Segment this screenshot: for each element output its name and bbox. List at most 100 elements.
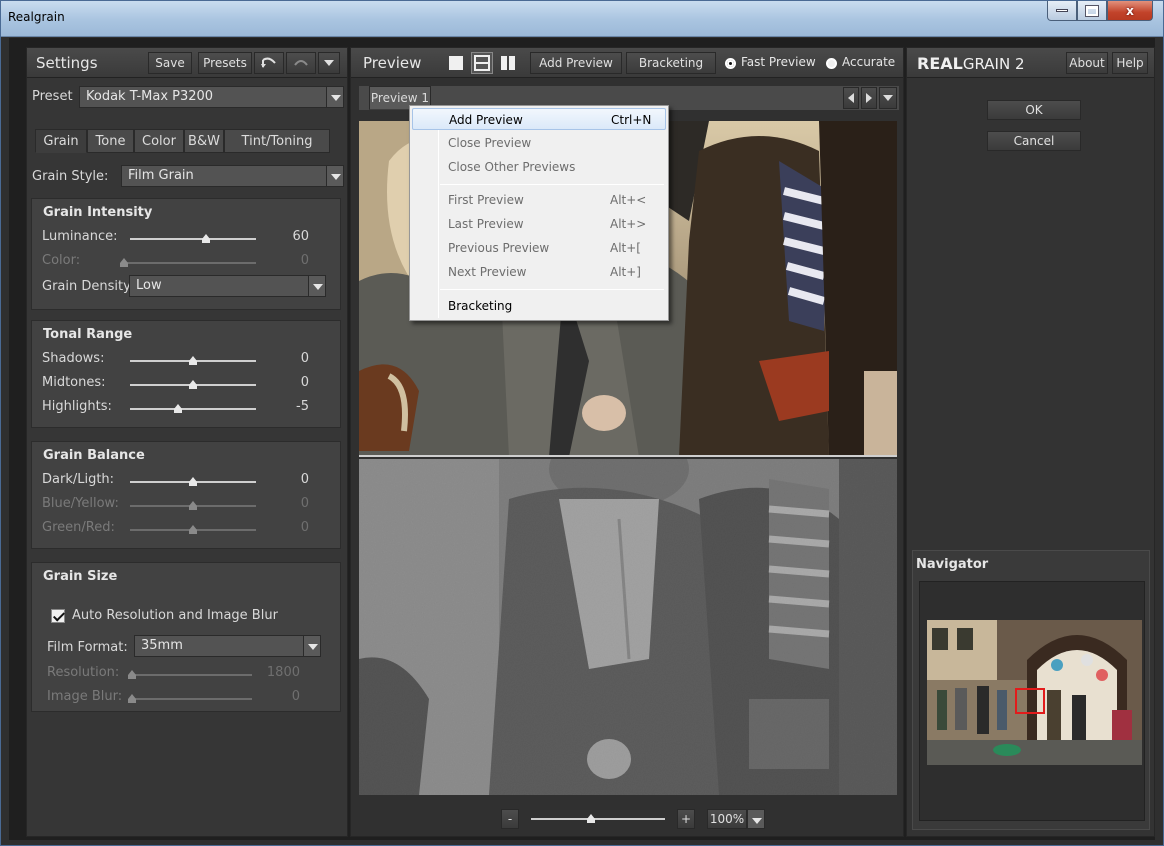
preview-list-button[interactable]	[879, 87, 897, 109]
history-dropdown-button[interactable]	[318, 52, 340, 74]
presets-button[interactable]: Presets	[198, 52, 252, 74]
midtones-label: Midtones:	[42, 375, 106, 390]
grain-style-dropdown-arrow[interactable]	[326, 165, 344, 187]
navigator-panel: Navigator	[912, 550, 1150, 830]
resolution-slider[interactable]	[132, 674, 252, 676]
zoom-out-button[interactable]: -	[501, 809, 519, 829]
zoom-dropdown-arrow[interactable]	[747, 809, 765, 829]
ok-button[interactable]: OK	[987, 100, 1081, 120]
settings-tabs: Grain Tone Color B&W Tint/Toning	[35, 129, 341, 153]
slider-thumb[interactable]	[587, 814, 596, 823]
zoom-slider[interactable]	[531, 818, 665, 820]
split-vertical-button[interactable]	[499, 54, 517, 72]
single-view-icon	[449, 56, 463, 70]
tab-bw[interactable]: B&W	[184, 129, 224, 153]
brand-bold: REAL	[917, 54, 963, 73]
cancel-button[interactable]: Cancel	[987, 131, 1081, 151]
scroll-right-button[interactable]	[861, 87, 877, 109]
redo-button[interactable]	[286, 52, 316, 74]
menu-item-label: Add Preview	[449, 113, 523, 127]
grain-balance-title: Grain Balance	[43, 448, 145, 463]
window-controls: x	[1047, 1, 1153, 21]
slider-thumb[interactable]	[189, 525, 198, 534]
tab-tint-toning[interactable]: Tint/Toning	[224, 129, 330, 153]
client-area: Settings Save Presets Preset Kodak T-Max…	[9, 38, 1155, 840]
menu-item-label: Bracketing	[448, 299, 513, 313]
preset-dropdown-arrow[interactable]	[326, 86, 344, 108]
image-blur-slider[interactable]	[132, 698, 252, 700]
brand-rest: GRAIN 2	[962, 55, 1025, 73]
tonal-range-group: Tonal Range Shadows: 0 Midtones: 0 Highl…	[31, 320, 341, 428]
menu-item-close-other-previews[interactable]: Close Other Previews	[412, 156, 666, 178]
about-button[interactable]: About	[1066, 52, 1108, 74]
zoom-level-select[interactable]: 100%	[707, 809, 747, 829]
grain-style-select[interactable]: Film Grain	[121, 165, 327, 187]
dark-light-value: 0	[300, 472, 309, 487]
scroll-left-button[interactable]	[843, 87, 859, 109]
menu-item-bracketing[interactable]: Bracketing	[412, 295, 666, 317]
navigator-viewport-box[interactable]	[1015, 688, 1045, 714]
menu-item-add-preview[interactable]: Add Preview Ctrl+N	[412, 108, 666, 130]
maximize-button[interactable]	[1077, 1, 1107, 21]
preview-image-grain[interactable]	[359, 459, 897, 795]
slider-thumb[interactable]	[201, 234, 211, 243]
brand-logo: REALGRAIN 2	[917, 54, 1024, 73]
preset-select[interactable]: Kodak T-Max P3200	[79, 86, 327, 108]
menu-item-shortcut: Alt+<	[610, 193, 647, 207]
grain-density-select[interactable]: Low	[129, 275, 309, 297]
slider-thumb[interactable]	[128, 670, 137, 679]
zoom-in-button[interactable]: +	[677, 809, 695, 829]
undo-button[interactable]	[254, 52, 284, 74]
navigator-thumbnail[interactable]	[927, 620, 1142, 765]
grain-size-group: Grain Size Auto Resolution and Image Blu…	[31, 562, 341, 712]
minimize-button[interactable]	[1047, 1, 1077, 21]
slider-thumb[interactable]	[189, 501, 198, 510]
maximize-icon	[1085, 4, 1099, 17]
accurate-radio[interactable]	[826, 58, 837, 69]
slider-thumb[interactable]	[189, 380, 198, 389]
split-horizontal-button[interactable]	[471, 52, 493, 74]
auto-resolution-checkbox[interactable]	[51, 609, 65, 623]
blue-yellow-label: Blue/Yellow:	[42, 496, 119, 511]
slider-thumb[interactable]	[189, 356, 198, 365]
highlights-slider[interactable]	[130, 408, 256, 410]
menu-separator	[440, 184, 664, 185]
close-icon: x	[1126, 3, 1134, 18]
grain-density-dropdown-arrow[interactable]	[308, 275, 326, 297]
slider-thumb[interactable]	[189, 477, 198, 486]
menu-item-next-preview[interactable]: Next Preview Alt+]	[412, 261, 666, 283]
slider-thumb[interactable]	[128, 694, 137, 703]
accurate-label: Accurate	[842, 55, 896, 69]
menu-item-label: Last Preview	[448, 217, 524, 231]
slider-thumb[interactable]	[120, 258, 129, 267]
menu-item-previous-preview[interactable]: Previous Preview Alt+[	[412, 237, 666, 259]
film-format-dropdown-arrow[interactable]	[303, 635, 321, 657]
film-format-select[interactable]: 35mm	[134, 635, 304, 657]
menu-item-close-preview[interactable]: Close Preview	[412, 132, 666, 154]
menu-item-shortcut: Alt+>	[610, 217, 647, 231]
grain-size-title: Grain Size	[43, 569, 118, 584]
green-red-label: Green/Red:	[42, 520, 115, 535]
single-view-button[interactable]	[447, 54, 465, 72]
window-title: Realgrain	[8, 10, 65, 24]
settings-title: Settings	[36, 54, 98, 72]
color-slider[interactable]	[124, 262, 256, 264]
slider-thumb[interactable]	[173, 404, 183, 413]
chevron-left-icon	[848, 93, 854, 103]
preset-label: Preset	[32, 89, 73, 104]
tab-color[interactable]: Color	[134, 129, 184, 153]
add-preview-button[interactable]: Add Preview	[530, 52, 622, 74]
luminance-slider[interactable]	[130, 238, 256, 240]
close-button[interactable]: x	[1107, 1, 1153, 21]
menu-item-last-preview[interactable]: Last Preview Alt+>	[412, 213, 666, 235]
tab-tone[interactable]: Tone	[87, 129, 134, 153]
menu-separator	[440, 289, 664, 290]
save-button[interactable]: Save	[148, 52, 192, 74]
tab-grain[interactable]: Grain	[35, 129, 87, 153]
grain-intensity-title: Grain Intensity	[43, 205, 153, 220]
fast-preview-radio[interactable]	[725, 58, 736, 69]
highlights-label: Highlights:	[42, 399, 112, 414]
help-button[interactable]: Help	[1112, 52, 1148, 74]
bracketing-button[interactable]: Bracketing	[626, 52, 716, 74]
menu-item-first-preview[interactable]: First Preview Alt+<	[412, 189, 666, 211]
